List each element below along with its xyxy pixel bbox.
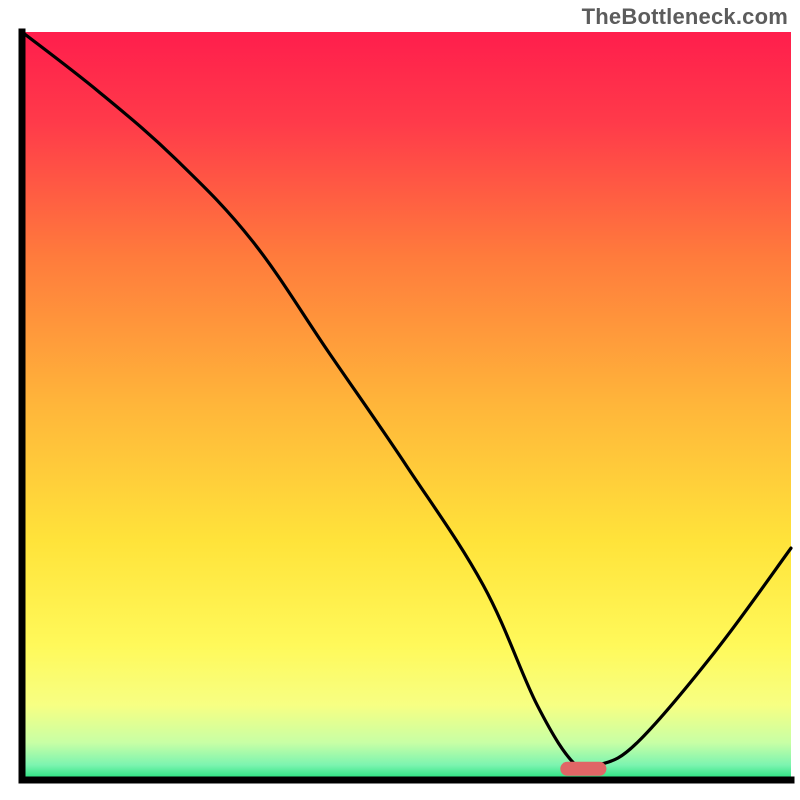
chart-container: { "watermark": "TheBottleneck.com", "cha… bbox=[0, 0, 800, 800]
optimal-marker bbox=[560, 762, 606, 776]
chart-background bbox=[22, 32, 791, 780]
bottleneck-chart bbox=[0, 0, 800, 800]
watermark-text: TheBottleneck.com bbox=[582, 4, 788, 30]
